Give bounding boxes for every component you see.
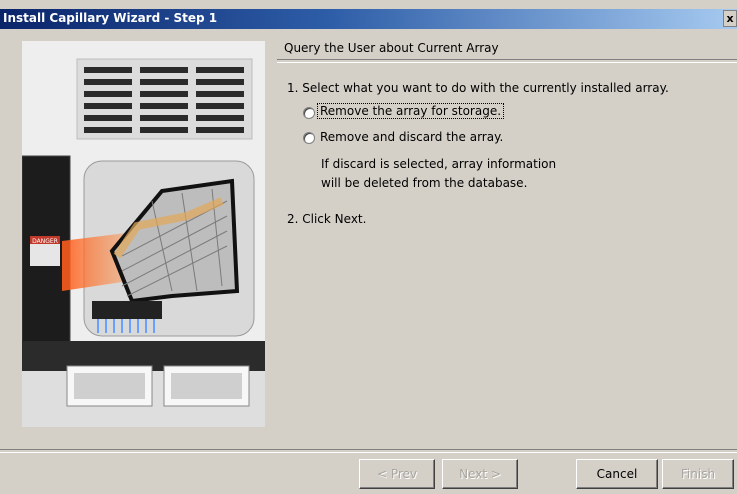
radio-remove-storage[interactable]: [303, 107, 315, 119]
option-remove-storage-label[interactable]: Remove the array for storage.: [316, 103, 505, 119]
button-bar-separator: [0, 449, 737, 453]
cancel-button[interactable]: Cancel: [576, 459, 658, 489]
discard-note-line2: will be deleted from the database.: [321, 176, 528, 190]
close-button[interactable]: x: [723, 10, 737, 27]
next-button[interactable]: Next >: [442, 459, 518, 489]
wizard-window: Install Capillary Wizard - Step 1 x DANG…: [0, 0, 737, 494]
warning-label: DANGER: [32, 238, 58, 245]
step2-instruction: 2. Click Next.: [287, 212, 367, 226]
page-header: Query the User about Current Array: [284, 41, 499, 55]
title-bar: Install Capillary Wizard - Step 1 x: [0, 9, 737, 29]
option-remove-discard-label[interactable]: Remove and discard the array.: [320, 130, 503, 144]
step1-instruction: 1. Select what you want to do with the c…: [287, 81, 669, 95]
instrument-image: DANGER: [22, 41, 265, 427]
header-divider: [277, 59, 737, 63]
prev-button[interactable]: < Prev: [359, 459, 435, 489]
radio-remove-discard[interactable]: [303, 132, 315, 144]
discard-note-line1: If discard is selected, array informatio…: [321, 157, 557, 171]
finish-button[interactable]: Finish: [662, 459, 734, 489]
capillary-instrument-illustration: DANGER: [22, 41, 265, 427]
window-title: Install Capillary Wizard - Step 1: [3, 11, 218, 25]
